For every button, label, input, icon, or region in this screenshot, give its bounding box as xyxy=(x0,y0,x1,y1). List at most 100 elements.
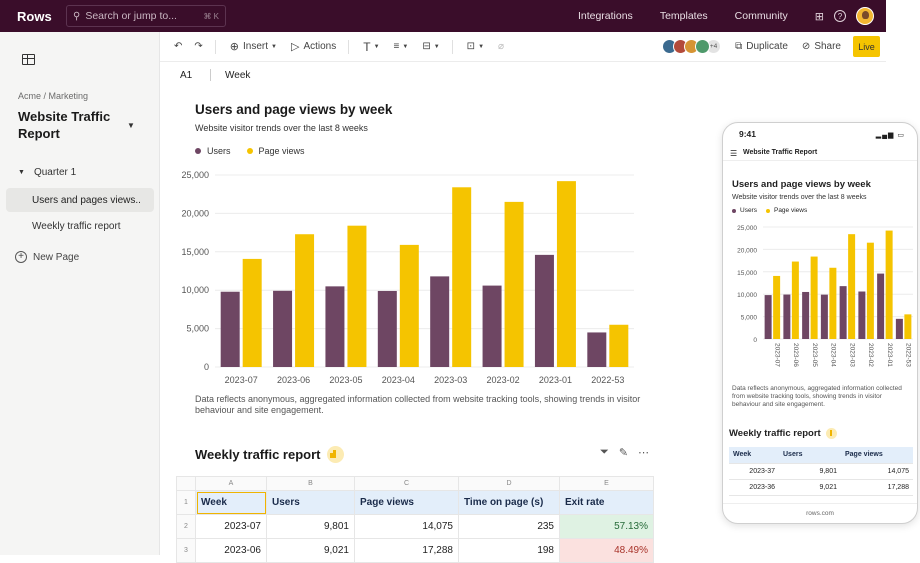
search-input[interactable]: ⚲ Search or jump to... ⌘ K xyxy=(66,5,226,27)
rows-logo[interactable]: Rows xyxy=(17,9,65,24)
live-button[interactable]: Live xyxy=(853,36,880,57)
undo-icon[interactable]: ↶ xyxy=(174,41,182,52)
x-tick-label: 2023-02 xyxy=(867,343,874,367)
bar-page-views xyxy=(609,324,629,367)
cell-format-icon: ⊟ xyxy=(422,41,431,52)
legend-item-page-views: Page views xyxy=(246,146,305,156)
col-letter-d[interactable]: D xyxy=(458,476,560,491)
y-tick-label: 5,000 xyxy=(741,315,758,322)
breadcrumb[interactable]: Acme / Marketing xyxy=(18,91,88,101)
more-icon[interactable]: ⋯ xyxy=(638,446,649,459)
phone-cell[interactable]: 17,288 xyxy=(841,479,913,496)
row-number[interactable]: 2 xyxy=(176,514,196,539)
sidebar-item-weekly-traffic[interactable]: Weekly traffic report xyxy=(6,214,154,238)
edit-icon[interactable]: ✎ xyxy=(619,446,628,459)
cell-reference[interactable]: A1 xyxy=(180,70,210,81)
phone-cell[interactable]: 9,801 xyxy=(779,463,841,480)
bar-users xyxy=(858,291,866,339)
y-tick-label: 0 xyxy=(753,337,757,344)
col-letter-e[interactable]: E xyxy=(559,476,654,491)
signal-icon: ▂▄▆ ▭ xyxy=(875,132,905,139)
cell-exit-rate[interactable]: 57.13% xyxy=(559,514,654,539)
text-icon: T xyxy=(363,39,371,54)
row-number[interactable]: 3 xyxy=(176,538,196,563)
search-placeholder: Search or jump to... xyxy=(85,10,177,22)
phone-header-users[interactable]: Users xyxy=(779,447,841,464)
y-tick-label: 20,000 xyxy=(737,247,757,254)
phone-cell[interactable]: 14,075 xyxy=(841,463,913,480)
header-page-views[interactable]: Page views xyxy=(354,490,459,515)
phone-cell[interactable]: 9,021 xyxy=(779,479,841,496)
header-time-on-page[interactable]: Time on page (s) xyxy=(458,490,560,515)
y-tick-label: 10,000 xyxy=(737,292,757,299)
cell-page-views[interactable]: 14,075 xyxy=(354,514,459,539)
cell-users[interactable]: 9,801 xyxy=(266,514,355,539)
phone-table-title-text: Weekly traffic report xyxy=(729,428,821,439)
y-tick-label: 25,000 xyxy=(181,170,209,180)
header-users[interactable]: Users xyxy=(266,490,355,515)
chart-badge-icon[interactable] xyxy=(327,446,345,463)
document-title[interactable]: Website Traffic Report xyxy=(18,108,118,142)
sidebar-section-quarter-1[interactable]: ▼ Quarter 1 xyxy=(18,167,76,178)
cell-users[interactable]: 9,021 xyxy=(266,538,355,563)
chart-button[interactable]: ⊡ ▼ xyxy=(467,41,484,52)
cell-page-views[interactable]: 17,288 xyxy=(354,538,459,563)
cell-exit-rate[interactable]: 48.49% xyxy=(559,538,654,563)
share-button[interactable]: ⊘ Share xyxy=(802,41,841,52)
formula-bar: A1 Week xyxy=(160,62,886,88)
row-number[interactable]: 1 xyxy=(176,490,196,515)
cell-time-on-page[interactable]: 235 xyxy=(458,514,560,539)
cell-time-on-page[interactable]: 198 xyxy=(458,538,560,563)
filter-icon[interactable]: ⏷ xyxy=(600,446,609,459)
chevron-down-icon[interactable]: ▼ xyxy=(127,121,135,130)
plus-icon: + xyxy=(15,251,27,263)
phone-header-week[interactable]: Week xyxy=(729,447,779,464)
phone-cell[interactable]: 2023-37 xyxy=(729,463,779,480)
col-letter-c[interactable]: C xyxy=(354,476,459,491)
bar-users xyxy=(220,291,240,367)
header-exit-rate[interactable]: Exit rate xyxy=(559,490,654,515)
gift-icon[interactable]: ⊞ xyxy=(815,10,824,23)
phone-time: 9:41 xyxy=(739,129,757,139)
chart-badge-icon[interactable] xyxy=(825,428,837,439)
phone-cell[interactable]: 2023-36 xyxy=(729,479,779,496)
toolbar: ↶ ↷ ⊕ Insert ▼ ▷ Actions T ▼ ≡ ▼ ⊟ ▼ ⊡ ▼… xyxy=(160,32,886,62)
cell-week[interactable]: 2023-07 xyxy=(195,514,267,539)
sidebar-item-users-page-views[interactable]: Users and pages views.. xyxy=(6,188,154,212)
duplicate-button[interactable]: ⧉ Duplicate xyxy=(735,41,788,52)
nav-community[interactable]: Community xyxy=(735,10,788,22)
redo-icon[interactable]: ↷ xyxy=(194,41,202,52)
actions-button[interactable]: ▷ Actions xyxy=(291,40,336,53)
top-bar: Rows ⚲ Search or jump to... ⌘ K Integrat… xyxy=(0,0,886,32)
user-avatar[interactable] xyxy=(856,7,874,25)
col-letter-b[interactable]: B xyxy=(266,476,355,491)
phone-header-page-views[interactable]: Page views xyxy=(841,447,913,464)
insert-button[interactable]: ⊕ Insert ▼ xyxy=(230,40,277,53)
phone-doc-title: Website Traffic Report xyxy=(743,149,818,156)
header-week[interactable]: Week xyxy=(195,490,267,515)
col-letter-a[interactable]: A xyxy=(195,476,267,491)
play-circle-icon: ▷ xyxy=(290,41,300,53)
bar-users xyxy=(587,332,607,367)
cell-week[interactable]: 2023-06 xyxy=(195,538,267,563)
nav-integrations[interactable]: Integrations xyxy=(578,10,633,22)
cell-format-button[interactable]: ⊟ ▼ xyxy=(422,41,439,52)
formula-input[interactable]: Week xyxy=(225,70,250,81)
collaborators[interactable]: +4 xyxy=(662,39,722,54)
bar-page-views xyxy=(504,201,524,367)
clear-format-icon[interactable]: ⌀ xyxy=(498,41,504,52)
align-button[interactable]: ≡ ▼ xyxy=(394,41,409,52)
bar-page-views xyxy=(848,234,856,339)
corner-cell xyxy=(176,476,196,491)
legend-label-users: Users xyxy=(207,146,231,156)
collaborator-avatar xyxy=(695,39,711,54)
x-tick-label: 2023-01 xyxy=(886,343,893,367)
new-page-button[interactable]: + New Page xyxy=(15,251,79,263)
text-format-button[interactable]: T ▼ xyxy=(363,40,379,54)
align-icon: ≡ xyxy=(393,41,400,52)
help-icon[interactable]: ? xyxy=(834,10,846,22)
table-icon[interactable] xyxy=(22,54,35,65)
menu-icon[interactable]: ☰ xyxy=(730,149,737,158)
bar-page-views xyxy=(866,242,874,339)
nav-templates[interactable]: Templates xyxy=(660,10,708,22)
